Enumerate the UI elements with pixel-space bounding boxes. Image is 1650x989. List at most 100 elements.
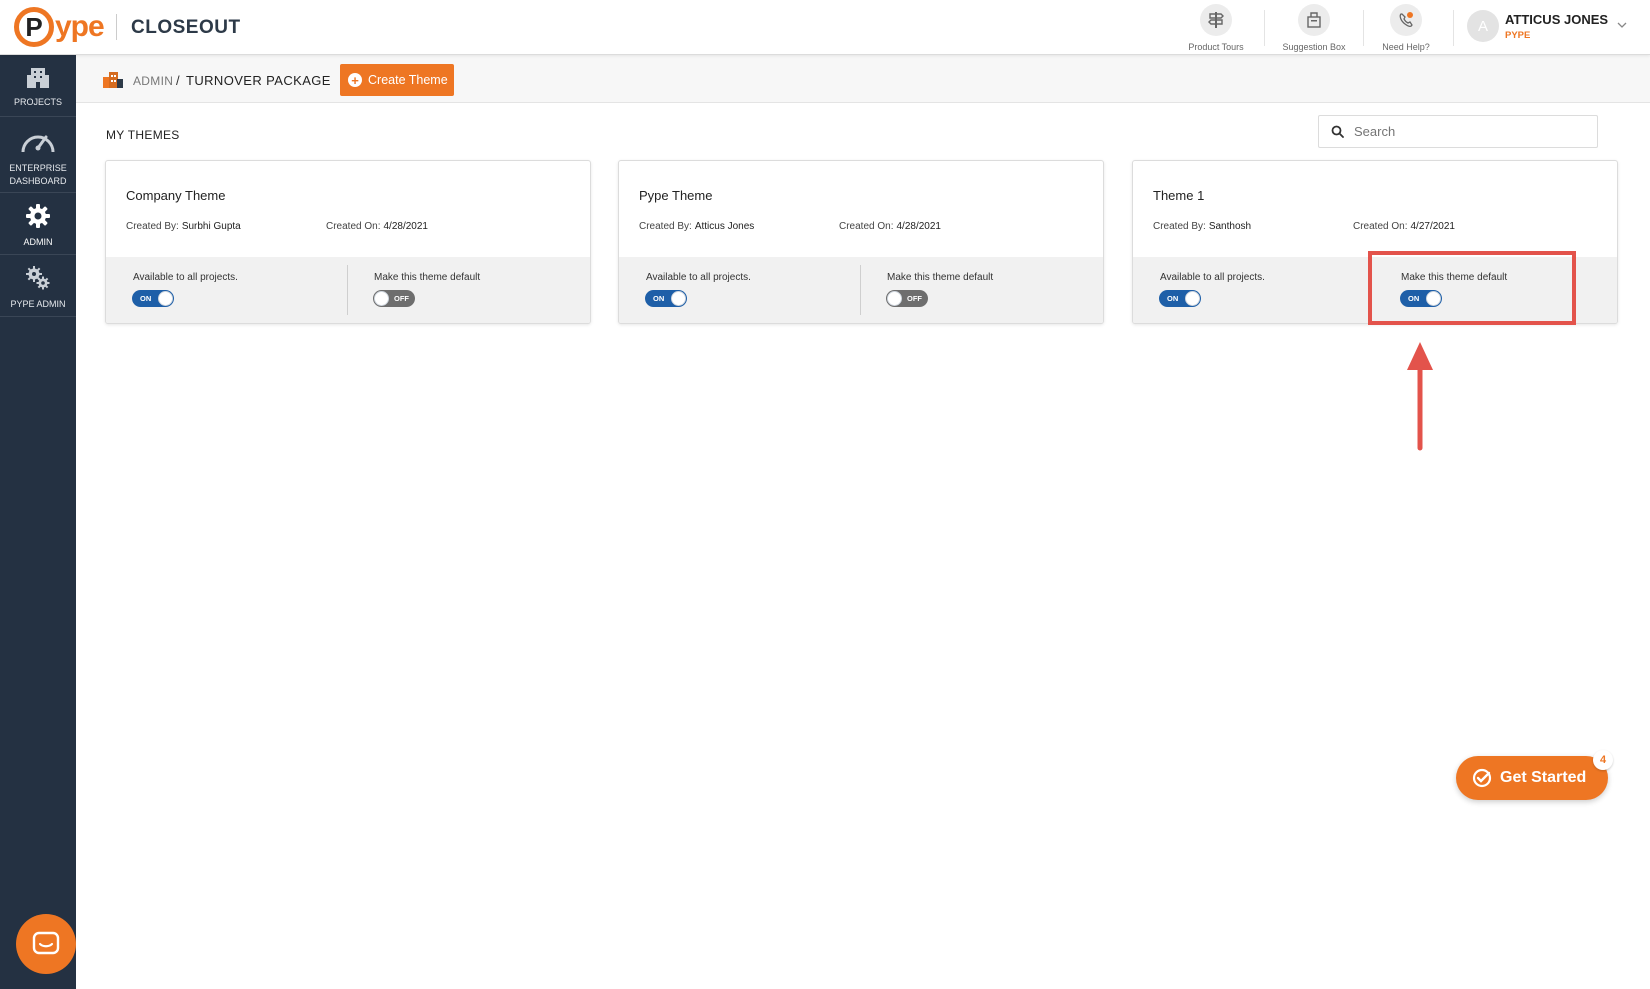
- available-label: Available to all projects.: [1160, 272, 1265, 283]
- available-label: Available to all projects.: [133, 272, 238, 283]
- created-by-value: Atticus Jones: [694, 221, 755, 232]
- signpost-icon: [1200, 4, 1232, 36]
- toggle-state: OFF: [394, 294, 409, 303]
- user-org: PYPE: [1505, 30, 1531, 41]
- util-divider: [1264, 10, 1265, 46]
- sidebar-item-label: ENTERPRISE DASHBOARD: [9, 163, 67, 186]
- available-toggle[interactable]: ON: [132, 290, 174, 307]
- toggle-knob: [887, 291, 902, 306]
- get-started-button[interactable]: Get Started: [1456, 756, 1608, 800]
- created-by-value: Santhosh: [1208, 221, 1252, 232]
- avatar[interactable]: A: [1467, 10, 1499, 42]
- toggle-state: OFF: [907, 294, 922, 303]
- chat-launcher-button[interactable]: [16, 914, 76, 974]
- buildings-icon: [103, 72, 123, 88]
- speedometer-icon: [21, 135, 55, 153]
- sidebar-item-projects[interactable]: PROJECTS: [0, 55, 76, 117]
- divider: [860, 265, 861, 315]
- get-started-label: Get Started: [1500, 769, 1587, 786]
- user-name[interactable]: ATTICUS JONES: [1505, 12, 1608, 27]
- toggle-state: ON: [1167, 294, 1179, 303]
- theme-card: Pype Theme Created By: Atticus Jones Crea…: [618, 160, 1104, 324]
- gear-icon: [26, 204, 50, 228]
- default-toggle[interactable]: OFF: [886, 290, 928, 307]
- brand-divider: [116, 14, 117, 40]
- available-label: Available to all projects.: [646, 272, 751, 283]
- created-on: Created On: 4/28/2021: [839, 221, 941, 232]
- card-settings: Available to all projects. ON Make this …: [106, 257, 590, 323]
- annotation-arrow-icon: [1407, 342, 1433, 451]
- breadcrumb-current: TURNOVER PACKAGE: [186, 73, 331, 88]
- notification-badge: 4: [1593, 750, 1613, 770]
- default-toggle[interactable]: OFF: [373, 290, 415, 307]
- created-on-value: 4/27/2021: [1410, 221, 1455, 232]
- product-tours-button[interactable]: Product Tours: [1174, 4, 1258, 52]
- theme-name: Theme 1: [1153, 188, 1205, 203]
- create-theme-button[interactable]: + Create Theme: [340, 64, 454, 96]
- sidebar-item-label: ADMIN: [23, 237, 53, 247]
- search-icon: [1331, 125, 1344, 138]
- created-on: Created On: 4/28/2021: [326, 221, 428, 232]
- suggestion-box-label: Suggestion Box: [1282, 42, 1346, 52]
- created-on-value: 4/28/2021: [896, 221, 941, 232]
- toggle-knob: [671, 291, 686, 306]
- sidebar-item-admin[interactable]: ADMIN: [0, 193, 76, 255]
- product-name: CLOSEOUT: [131, 17, 241, 38]
- search-box[interactable]: [1318, 115, 1598, 148]
- product-tours-label: Product Tours: [1188, 42, 1244, 52]
- created-by-label: Created By:: [639, 221, 692, 232]
- theme-card: Company Theme Created By: Surbhi Gupta Cr…: [105, 160, 591, 324]
- theme-name: Company Theme: [126, 188, 226, 203]
- divider: [347, 265, 348, 315]
- created-on-label: Created On:: [839, 221, 894, 232]
- default-label: Make this theme default: [374, 272, 481, 283]
- logo-mark: P: [14, 7, 54, 47]
- default-label: Make this theme default: [887, 272, 994, 283]
- card-settings: Available to all projects. ON Make this …: [619, 257, 1103, 323]
- created-by: Created By: Surbhi Gupta: [126, 221, 241, 232]
- created-by-label: Created By:: [126, 221, 179, 232]
- search-input[interactable]: [1354, 124, 1574, 139]
- toggle-state: ON: [653, 294, 665, 303]
- sidebar-item-label: PROJECTS: [13, 97, 62, 107]
- created-by: Created By: Atticus Jones: [639, 221, 754, 232]
- pype-logo[interactable]: P ype: [14, 5, 105, 49]
- created-on-label: Created On:: [1353, 221, 1408, 232]
- breadcrumb-separator: /: [176, 73, 180, 88]
- breadcrumb-admin-link[interactable]: ADMIN: [133, 74, 173, 88]
- created-on: Created On: 4/27/2021: [1353, 221, 1455, 232]
- phone-help-icon: [1390, 4, 1422, 36]
- sidebar-item-enterprise-dashboard[interactable]: ENTERPRISE DASHBOARD: [0, 117, 76, 193]
- available-toggle[interactable]: ON: [1159, 290, 1201, 307]
- toggle-knob: [1185, 291, 1200, 306]
- created-by-label: Created By:: [1153, 221, 1206, 232]
- building-icon: [27, 68, 49, 88]
- created-on-label: Created On:: [326, 221, 381, 232]
- theme-name: Pype Theme: [639, 188, 713, 203]
- sidebar-item-pype-admin[interactable]: PYPE ADMIN: [0, 255, 76, 317]
- created-by: Created By: Santhosh: [1153, 221, 1251, 232]
- chevron-down-icon[interactable]: [1615, 18, 1629, 32]
- check-circle-icon: [1472, 768, 1492, 788]
- create-theme-label: Create Theme: [368, 73, 448, 87]
- sidebar-item-label: PYPE ADMIN: [10, 299, 66, 309]
- toggle-state: ON: [140, 294, 152, 303]
- suggestion-box-button[interactable]: Suggestion Box: [1272, 4, 1356, 52]
- annotation-highlight-box: [1368, 251, 1576, 325]
- chat-icon: [32, 931, 60, 955]
- logo-wordmark: ype: [55, 10, 105, 43]
- gears-icon: [26, 266, 50, 290]
- need-help-button[interactable]: Need Help?: [1364, 4, 1448, 52]
- top-bar: P ype CLOSEOUT Product Tours Suggestion …: [0, 0, 1650, 55]
- toggle-knob: [158, 291, 173, 306]
- plus-icon: +: [348, 73, 362, 87]
- suggestion-box-icon: [1298, 4, 1330, 36]
- need-help-label: Need Help?: [1382, 42, 1430, 52]
- toggle-knob: [374, 291, 389, 306]
- created-by-value: Surbhi Gupta: [181, 221, 241, 232]
- available-toggle[interactable]: ON: [645, 290, 687, 307]
- util-divider: [1453, 10, 1454, 46]
- sidebar: PROJECTS ENTERPRISE DASHBOARD ADMIN PYPE…: [0, 55, 76, 989]
- created-on-value: 4/28/2021: [383, 221, 428, 232]
- section-title: MY THEMES: [106, 128, 180, 142]
